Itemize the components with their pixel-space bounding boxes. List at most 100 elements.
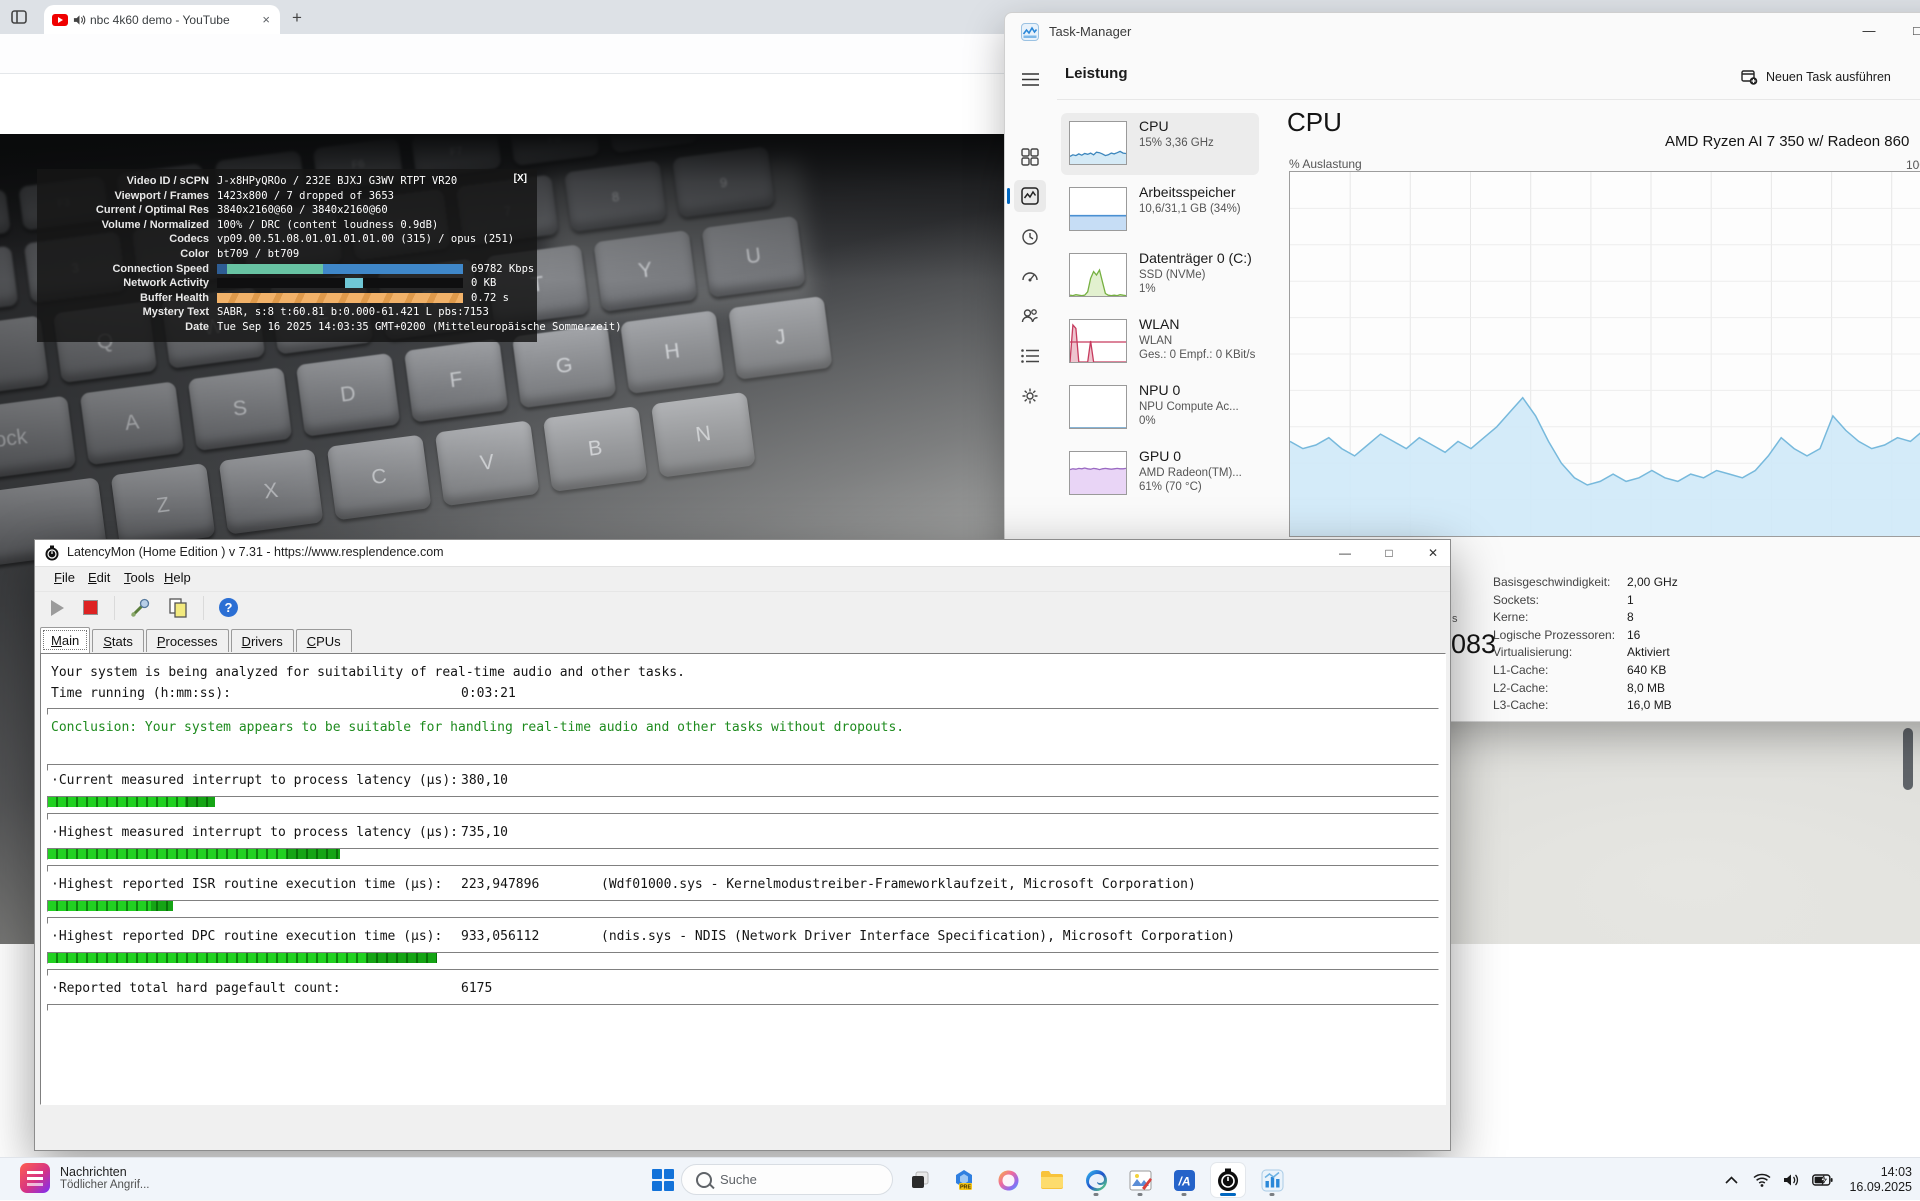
tab-audio-icon[interactable] xyxy=(73,14,86,26)
blue-app-button[interactable]: /A xyxy=(1167,1163,1201,1197)
stats-value: 0.72 s xyxy=(471,291,509,306)
task-view-button[interactable] xyxy=(903,1163,937,1197)
latencymon-taskbar-button[interactable] xyxy=(1211,1163,1245,1197)
latency-bar-fill xyxy=(48,953,437,963)
dev-preview-app-button[interactable]: PRE xyxy=(947,1163,981,1197)
nav-app-history-icon[interactable] xyxy=(1014,221,1046,253)
task-manager-app-icon xyxy=(1021,23,1039,41)
nav-services-icon[interactable] xyxy=(1014,380,1046,412)
stop-monitor-icon[interactable] xyxy=(83,600,98,615)
edge-button[interactable] xyxy=(1079,1163,1113,1197)
latencymon-menubar: File Edit Tools Help xyxy=(35,566,1450,592)
image-editor-button[interactable] xyxy=(1123,1163,1157,1197)
latency-bar-fill xyxy=(48,849,340,859)
stats-label: Connection Speed xyxy=(41,262,209,277)
nav-performance-icon[interactable] xyxy=(1014,180,1046,212)
stats-row: Buffer Health0.72 s xyxy=(41,291,529,306)
perf-thumbnail-chart xyxy=(1069,121,1127,165)
start-monitor-icon[interactable] xyxy=(51,600,64,616)
perf-item-detail: 1% xyxy=(1139,283,1156,295)
stats-close-button[interactable]: [X] xyxy=(514,173,527,184)
latency-bar-fill xyxy=(48,797,215,807)
nav-startup-apps-icon[interactable] xyxy=(1014,261,1046,293)
menu-edit[interactable]: Edit xyxy=(88,570,110,585)
cpu-detail-value: 8,0 MB xyxy=(1627,681,1665,695)
perf-item-wlan[interactable]: WLANWLANGes.: 0 Empf.: 0 KBit/s xyxy=(1061,311,1259,373)
tab-search-icon[interactable] xyxy=(10,8,32,28)
start-button[interactable] xyxy=(646,1163,680,1197)
nav-users-icon[interactable] xyxy=(1014,300,1046,332)
latency-bar-track xyxy=(47,764,1439,771)
report-text: Your system is being analyzed for suitab… xyxy=(51,665,685,680)
maximize-button[interactable]: □ xyxy=(1368,540,1410,565)
menu-file[interactable]: File xyxy=(54,570,75,585)
copilot-button[interactable] xyxy=(991,1163,1025,1197)
help-icon[interactable]: ? xyxy=(218,597,239,618)
nav-hamburger-icon[interactable] xyxy=(1014,63,1046,95)
run-new-task-button[interactable]: Neuen Task ausführen xyxy=(1741,63,1891,91)
clock[interactable]: 14:03 16.09.2025 xyxy=(1849,1165,1912,1195)
perf-item-gpu-0[interactable]: GPU 0AMD Radeon(TM)...61% (70 °C) xyxy=(1061,443,1259,505)
menu-tools[interactable]: Tools xyxy=(124,570,154,585)
latency-bar-track xyxy=(47,708,1439,715)
minimize-button[interactable]: — xyxy=(1846,13,1892,47)
taskbar-search-input[interactable]: Suche xyxy=(681,1164,893,1195)
run-new-task-label: Neuen Task ausführen xyxy=(1766,70,1891,84)
volume-icon[interactable] xyxy=(1783,1173,1800,1187)
task-manager-taskbar-button[interactable] xyxy=(1255,1163,1289,1197)
page-scrollbar-thumb[interactable] xyxy=(1903,728,1913,790)
stats-row: Viewport / Frames1423x800 / 7 dropped of… xyxy=(41,189,529,204)
tools-wrench-icon[interactable] xyxy=(129,597,151,619)
running-indicator xyxy=(1182,1193,1187,1196)
minimize-button[interactable]: — xyxy=(1324,540,1366,565)
nav-processes-icon[interactable] xyxy=(1014,141,1046,173)
stats-label: Date xyxy=(41,320,209,335)
cpu-detail-row: Virtualisierung:Aktiviert xyxy=(1493,645,1572,659)
tray-chevron-icon[interactable] xyxy=(1725,1176,1738,1184)
tab-cpus[interactable]: CPUs xyxy=(296,629,352,652)
stats-label: Network Activity xyxy=(41,276,209,291)
nav-details-icon[interactable] xyxy=(1014,340,1046,372)
running-indicator xyxy=(1270,1193,1275,1196)
perf-item-cpu[interactable]: CPU15% 3,36 GHz xyxy=(1061,113,1259,175)
chart-axis-seconds-partial: s xyxy=(1452,613,1458,625)
battery-icon[interactable] xyxy=(1812,1174,1833,1186)
latency-bar-fill xyxy=(48,901,173,911)
perf-item-npu-0[interactable]: NPU 0NPU Compute Ac...0% xyxy=(1061,377,1259,439)
cpu-utilization-chart[interactable] xyxy=(1289,171,1920,537)
task-manager-taskbar-icon xyxy=(1261,1169,1284,1192)
latency-bar-track xyxy=(47,900,1439,912)
tab-close-icon[interactable]: × xyxy=(260,12,272,27)
running-indicator xyxy=(1138,1193,1143,1196)
latency-bar-track xyxy=(47,848,1439,860)
close-button[interactable]: ✕ xyxy=(1412,540,1454,565)
measurement-driver-info: (Wdf01000.sys - Kernelmodustreiber-Frame… xyxy=(601,877,1196,892)
cpu-detail-value: 16 xyxy=(1627,628,1640,642)
file-explorer-button[interactable] xyxy=(1035,1163,1069,1197)
chart-axis-max: 100 xyxy=(1906,158,1920,172)
new-tab-button[interactable]: + xyxy=(292,8,302,28)
menu-help[interactable]: Help xyxy=(164,570,191,585)
stats-value: 100% / DRC (content loudness 0.9dB) xyxy=(217,218,438,233)
latencymon-titlebar[interactable]: LatencyMon (Home Edition ) v 7.31 - http… xyxy=(35,540,1450,567)
perf-item-datentr-ger-0-c-[interactable]: Datenträger 0 (C:)SSD (NVMe)1% xyxy=(1061,245,1259,307)
perf-item-arbeitsspeicher[interactable]: Arbeitsspeicher10,6/31,1 GB (34%) xyxy=(1061,179,1259,241)
stats-value: 0 KB xyxy=(471,276,496,291)
wifi-icon[interactable] xyxy=(1753,1173,1771,1187)
perf-item-detail: AMD Radeon(TM)... xyxy=(1139,467,1242,479)
copy-report-icon[interactable] xyxy=(167,597,189,619)
tab-drivers[interactable]: Drivers xyxy=(231,629,294,652)
maximize-button[interactable]: □ xyxy=(1894,13,1920,47)
tab-processes[interactable]: Processes xyxy=(146,629,229,652)
cpu-detail-row: Basisgeschwindigkeit:2,00 GHz xyxy=(1493,575,1610,589)
browser-tab[interactable]: nbc 4k60 demo - YouTube × xyxy=(44,5,280,34)
task-manager-titlebar[interactable]: Task-Manager — □ xyxy=(1005,13,1920,49)
cpu-detail-row: L2-Cache:8,0 MB xyxy=(1493,681,1548,695)
widgets-button[interactable]: Nachrichten Tödlicher Angrif... xyxy=(20,1163,149,1193)
cpu-detail-label: Basisgeschwindigkeit: xyxy=(1493,575,1610,589)
perf-item-detail: 10,6/31,1 GB (34%) xyxy=(1139,203,1241,215)
tab-stats[interactable]: Stats xyxy=(92,629,144,652)
tab-main[interactable]: Main xyxy=(40,627,90,653)
cpu-detail-value: 640 KB xyxy=(1627,663,1666,677)
cpu-detail-label: Sockets: xyxy=(1493,593,1539,607)
